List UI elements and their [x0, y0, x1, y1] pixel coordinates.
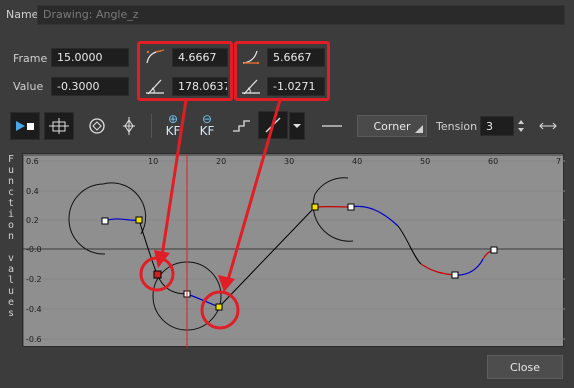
keyframe-grid-button[interactable] — [44, 112, 74, 140]
y-tick-label: -0.2 — [26, 275, 42, 284]
x-tick-label: 40 — [352, 157, 362, 166]
bezier-handle-1[interactable] — [135, 216, 143, 224]
remove-keyframe-button[interactable]: ⊖ KF — [194, 111, 220, 139]
y-tick-label: 0.4 — [26, 187, 39, 196]
frame-field[interactable]: 15.0000 — [51, 48, 129, 67]
x-tick-label: 30 — [284, 157, 294, 166]
handle-arc-5 — [312, 193, 354, 242]
interpolation-dropdown-arrow[interactable] — [289, 112, 305, 140]
tension-spinner[interactable] — [517, 118, 525, 134]
x-tick-label: 10 — [148, 157, 158, 166]
keyframe-3[interactable] — [451, 271, 459, 279]
name-label: Name — [6, 8, 39, 21]
curve-segment-9 — [420, 263, 456, 276]
x-tick-label: 50 — [420, 157, 430, 166]
handle-arc-2 — [68, 183, 106, 255]
x-tick-label: 60 — [488, 157, 498, 166]
expand-horizontal-button[interactable] — [537, 119, 559, 133]
stop-motion-button[interactable] — [228, 112, 254, 140]
linear-icon — [322, 125, 342, 127]
play-select-icon — [16, 121, 34, 131]
name-field[interactable]: Drawing: Angle_z — [37, 5, 565, 25]
add-keyframe-button[interactable]: ⊕ KF — [160, 111, 186, 139]
select-tool-button[interactable] — [10, 112, 40, 140]
y-tick-label: -0.4 — [26, 305, 42, 314]
right-handle-highlight — [234, 41, 330, 101]
add-keyframe-label: KF — [165, 124, 181, 138]
toolbar-divider-1 — [151, 114, 152, 138]
diagonal-line-icon — [265, 117, 281, 133]
y-tick-label: -0.0 — [26, 245, 42, 254]
bezier-handle-2[interactable] — [311, 203, 319, 211]
curve-segment-7 — [350, 205, 399, 227]
curve-segment-8 — [397, 225, 422, 265]
grid-keyframe-icon — [49, 118, 69, 134]
spinner-arrows-icon — [518, 120, 524, 132]
interpolation-type-dropdown[interactable]: Corner — [357, 115, 427, 137]
function-curve-canvas[interactable]: 10 20 30 40 50 60 7 0.6 0.4 0.2 -0.0 -0.2 -0.4 -0.6 — [23, 154, 565, 348]
x-tick-label: 20 — [216, 157, 226, 166]
function-graph[interactable]: 10 20 30 40 50 60 7 0.6 0.4 0.2 -0.0 -0.2 -0.4 -0.6 — [22, 153, 565, 348]
y-axis-label: F u n c t i o n v a l u e s — [7, 154, 15, 319]
bezier-handle-right[interactable] — [215, 303, 223, 311]
loop-icon — [89, 118, 105, 134]
tension-label: Tension — [436, 120, 478, 133]
keyframe-1[interactable] — [101, 217, 109, 225]
bezier-handle-left-selected[interactable] — [153, 270, 162, 279]
value-label: Value — [13, 80, 44, 93]
interpolation-type-value: Corner — [373, 119, 411, 133]
value-field[interactable]: -0.3000 — [51, 77, 129, 96]
linear-button[interactable] — [318, 112, 346, 140]
horizontal-arrows-icon — [539, 122, 557, 130]
dropdown-corner-icon — [415, 125, 423, 133]
y-tick-label: -0.6 — [26, 335, 42, 344]
x-tick-label: 7 — [556, 157, 561, 166]
transform-icon — [123, 117, 135, 135]
loop-button[interactable] — [84, 112, 110, 140]
curve-segment-5 — [218, 206, 316, 308]
close-button[interactable]: Close — [487, 355, 563, 379]
curve-segment-10 — [454, 258, 484, 276]
y-tick-label: 0.2 — [26, 216, 39, 225]
keyframe-4[interactable] — [490, 246, 498, 254]
handle-arc-4 — [314, 177, 349, 195]
smooth-interpolation-button[interactable] — [258, 111, 288, 139]
left-handle-highlight — [137, 41, 233, 101]
tension-field[interactable]: 3 — [480, 116, 514, 136]
chevron-down-icon — [293, 124, 301, 128]
step-icon — [233, 120, 250, 132]
transform-button[interactable] — [116, 112, 142, 140]
frame-label: Frame — [13, 52, 48, 65]
remove-keyframe-label: KF — [199, 124, 215, 138]
y-tick-label: 0.6 — [26, 157, 39, 166]
keyframe-2[interactable] — [347, 203, 355, 211]
